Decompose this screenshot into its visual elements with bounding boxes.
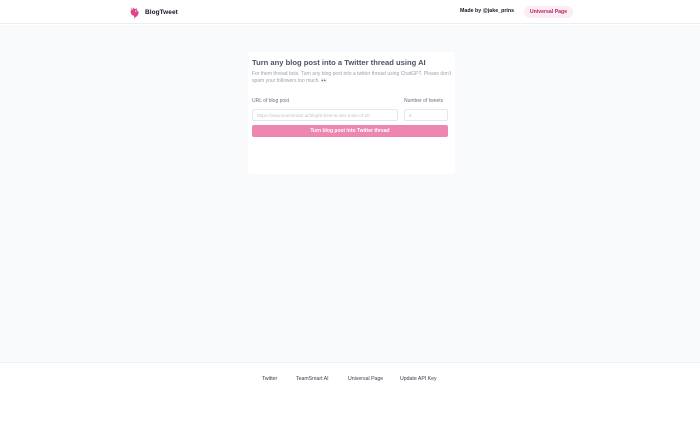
brand-name: BlogTweet	[145, 8, 178, 16]
footer-link-universal-page[interactable]: Universal Page	[348, 376, 383, 382]
tweet-count-input[interactable]	[404, 109, 448, 121]
brand-link[interactable]: BlogTweet	[128, 5, 178, 19]
footer-link-teamsmart[interactable]: TeamSmart AI	[296, 376, 329, 382]
made-by-link[interactable]: Made by @jake_prins	[460, 8, 514, 14]
blog-url-input[interactable]	[252, 109, 398, 121]
main-area: Turn any blog post into a Twitter thread…	[0, 25, 700, 362]
footer-link-update-api-key[interactable]: Update API Key	[400, 376, 437, 382]
form-title: Turn any blog post into a Twitter thread…	[252, 58, 426, 67]
form-description: For them thread bois. Turn any blog post…	[252, 71, 452, 85]
footer-link-twitter[interactable]: Twitter	[262, 376, 277, 382]
footer: Twitter TeamSmart AI Universal Page Upda…	[0, 362, 700, 438]
universal-page-button[interactable]: Universal Page	[524, 6, 573, 18]
convert-submit-button[interactable]: Turn blog post into Twitter thread	[252, 125, 448, 137]
thread-form-card: Turn any blog post into a Twitter thread…	[248, 52, 455, 174]
url-label: URL of blog post	[252, 98, 290, 104]
tweet-count-label: Number of tweets	[404, 98, 444, 104]
top-bar: BlogTweet Made by @jake_prins Universal …	[0, 0, 700, 24]
pink-bird-icon	[129, 6, 139, 19]
